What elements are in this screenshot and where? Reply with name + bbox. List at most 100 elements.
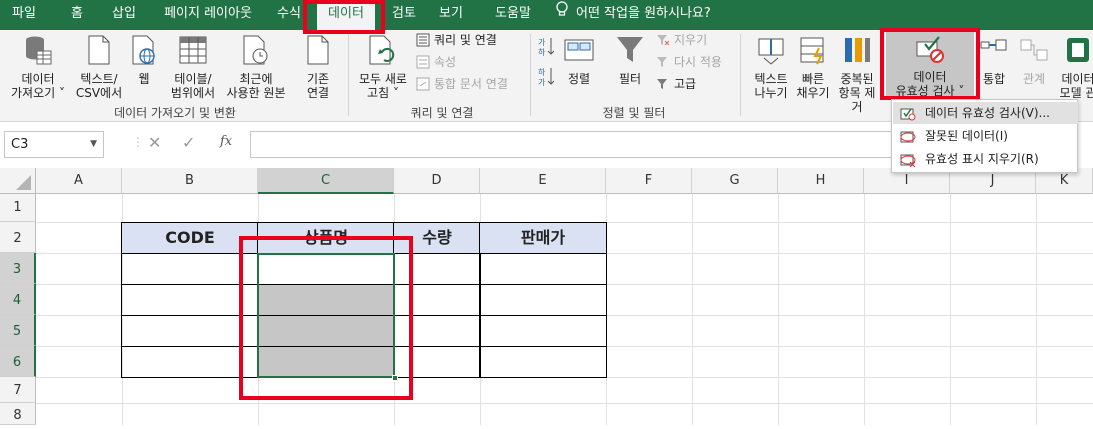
filter-button[interactable]: 필터 — [606, 34, 654, 86]
connection-icon — [292, 34, 344, 69]
formula-input[interactable] — [250, 131, 900, 158]
select-all-triangle-icon — [16, 175, 31, 190]
column-header-f[interactable]: F — [606, 168, 692, 194]
tab-file[interactable]: 파일 — [4, 0, 44, 30]
table-cell[interactable] — [479, 284, 607, 316]
sort-asc-button[interactable]: 가하 — [538, 36, 555, 60]
tell-me-text: 어떤 작업을 원하시나요? — [576, 6, 711, 21]
column-header-a[interactable]: A — [36, 168, 122, 194]
tab-page-layout[interactable]: 페이지 레이아웃 — [152, 0, 264, 30]
relationships-icon — [1016, 34, 1052, 69]
highlight-box-validation — [880, 28, 980, 100]
remove-duplicates-button[interactable]: 중복된 항목 제거 — [834, 34, 880, 114]
lightbulb-icon — [556, 0, 568, 28]
group-label-get-transform: 데이터 가져오기 및 변환 — [114, 106, 236, 120]
group-separator — [348, 34, 349, 116]
refresh-icon — [352, 34, 414, 69]
table-header-price[interactable]: 판매가 — [479, 222, 607, 254]
column-header-b[interactable]: B — [122, 168, 258, 194]
row-header-1[interactable]: 1 — [0, 194, 36, 222]
queries-connections-button[interactable]: 쿼리 및 연결 — [416, 32, 497, 48]
clear-filter-button[interactable]: 지우기 — [656, 32, 707, 48]
ribbon-tab-bar: 파일 홈 삽입 페이지 레이아웃 수식 데이터 검토 보기 도움말 어떤 작업을… — [0, 0, 1093, 30]
tab-review[interactable]: 검토 — [384, 0, 424, 30]
gridline — [1036, 194, 1037, 425]
table-icon — [164, 34, 222, 69]
existing-connections-button[interactable]: 기존 연결 — [292, 34, 344, 100]
refresh-all-button[interactable]: 모두 새로 고침 ˅ — [352, 34, 414, 100]
filter-funnel-icon — [606, 34, 654, 69]
column-header-g[interactable]: G — [692, 168, 778, 194]
web-icon — [126, 34, 162, 69]
row-header-3[interactable]: 3 — [0, 253, 36, 284]
recent-sources-button[interactable]: 최근에 사용한 원본 — [222, 34, 290, 100]
properties-button[interactable]: 속성 — [416, 54, 456, 70]
reapply-icon — [656, 55, 670, 69]
from-text-csv-button[interactable]: 텍스트/ CSV에서 — [74, 34, 124, 100]
svg-text:가: 가 — [538, 38, 546, 47]
table-cell[interactable] — [479, 253, 607, 285]
from-web-button[interactable]: 웹 — [126, 34, 162, 86]
row-header-6[interactable]: 6 — [0, 346, 36, 377]
data-validation-dropdown: 데이터 유효성 검사(V)... 잘못된 데이터(I) 유효성 표시 지우기(R… — [891, 99, 1078, 173]
menu-item-clear-circles[interactable]: 유효성 표시 지우기(R) — [893, 148, 1078, 170]
select-all-corner[interactable] — [0, 168, 36, 194]
tab-insert[interactable]: 삽입 — [104, 0, 144, 30]
tab-help[interactable]: 도움말 — [484, 0, 542, 30]
vertical-dots-icon: ⋮ — [132, 135, 144, 149]
recent-clock-icon — [222, 34, 290, 69]
check-icon[interactable]: ✓ — [182, 133, 195, 152]
consolidate-icon — [976, 34, 1012, 69]
menu-item-data-validation[interactable]: 데이터 유효성 검사(V)... — [893, 102, 1078, 124]
sort-button[interactable]: 정렬 — [562, 34, 596, 86]
queries-icon — [416, 33, 430, 47]
text-to-columns-icon — [748, 34, 794, 69]
reapply-button[interactable]: 다시 적용 — [656, 54, 722, 70]
row-header-2[interactable]: 2 — [0, 222, 36, 253]
consolidate-button[interactable]: 통합 — [976, 34, 1012, 86]
column-header-e[interactable]: E — [480, 168, 606, 194]
table-cell[interactable] — [479, 315, 607, 347]
row-header-4[interactable]: 4 — [0, 284, 36, 315]
svg-text:가: 가 — [538, 78, 546, 86]
group-separator — [740, 34, 741, 116]
row-header-7[interactable]: 7 — [0, 377, 36, 403]
sort-dialog-icon — [562, 34, 596, 69]
svg-text:하: 하 — [538, 47, 546, 56]
from-table-button[interactable]: 테이블/ 범위에서 — [164, 34, 222, 100]
advanced-filter-button[interactable]: 고급 — [656, 76, 696, 92]
sort-desc-button[interactable]: 하가 — [538, 66, 555, 90]
menu-item-circle-invalid[interactable]: 잘못된 데이터(I) — [893, 125, 1078, 147]
group-label-sort-filter: 정렬 및 필터 — [602, 106, 666, 120]
clear-circles-icon — [900, 152, 916, 168]
tab-view[interactable]: 보기 — [430, 0, 472, 30]
text-file-icon — [74, 34, 124, 69]
tab-home[interactable]: 홈 — [58, 0, 96, 30]
table-cell[interactable] — [479, 346, 607, 378]
insert-function-icon[interactable]: fx — [220, 134, 232, 149]
data-model-icon — [1058, 34, 1093, 69]
link-icon — [416, 77, 430, 91]
column-header-h[interactable]: H — [778, 168, 864, 194]
gridline — [864, 194, 865, 425]
sort-descending-icon: 하가 — [538, 67, 555, 89]
flash-fill-button[interactable]: 빠른 채우기 — [794, 34, 832, 100]
column-header-d[interactable]: D — [394, 168, 480, 194]
get-data-button[interactable]: 데이터 가져오기 ˅ — [4, 34, 72, 100]
database-icon — [4, 34, 72, 69]
data-model-button[interactable]: 데이터 모델 관 — [1058, 34, 1093, 100]
cancel-icon[interactable]: ✕ — [148, 133, 161, 152]
name-box[interactable]: C3 ▼ — [4, 131, 104, 158]
edit-links-button[interactable]: 통합 문서 연결 — [416, 76, 508, 92]
clear-filter-icon — [656, 33, 670, 47]
chevron-down-icon[interactable]: ▼ — [90, 132, 97, 157]
text-to-columns-button[interactable]: 텍스트 나누기 — [748, 34, 794, 100]
group-label-queries: 쿼리 및 연결 — [410, 106, 474, 120]
row-header-8[interactable]: 8 — [0, 403, 36, 425]
relationships-button[interactable]: 관계 — [1016, 34, 1052, 86]
sort-ascending-icon: 가하 — [538, 38, 555, 59]
tell-me-box[interactable]: 어떤 작업을 원하시나요? — [556, 0, 711, 30]
group-separator — [530, 34, 531, 116]
column-header-c[interactable]: C — [258, 168, 394, 194]
row-header-5[interactable]: 5 — [0, 315, 36, 346]
